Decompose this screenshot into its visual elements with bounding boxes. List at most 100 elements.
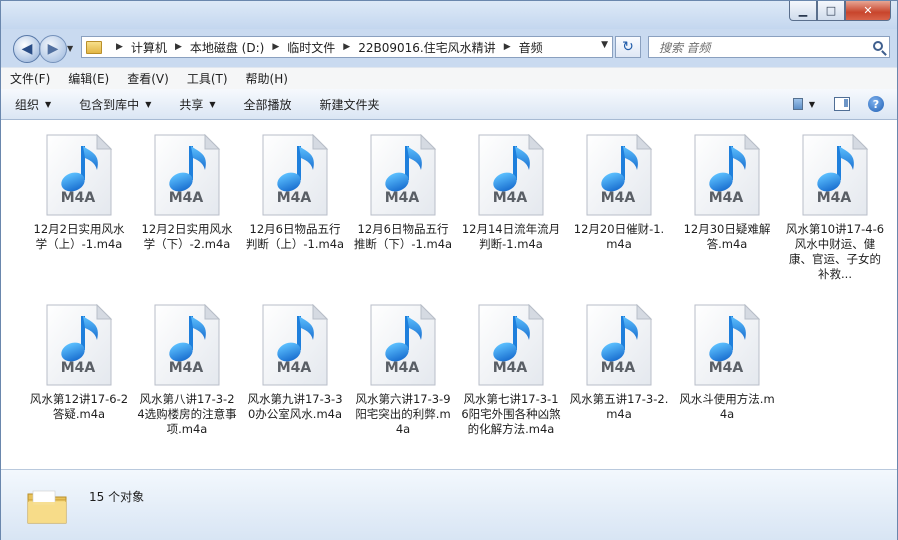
- change-view-button[interactable]: ▼: [793, 93, 815, 115]
- file-item[interactable]: M4A 风水斗使用方法.m4a: [675, 304, 779, 422]
- play-all-button[interactable]: 全部播放: [230, 96, 306, 113]
- preview-pane-button[interactable]: [831, 93, 853, 115]
- file-item[interactable]: M4A 风水第10讲17-4-6风水中财运、健康、官运、子女的补救...: [783, 134, 887, 282]
- file-item[interactable]: M4A 12月14日流年流月判断-1.m4a: [459, 134, 563, 252]
- audio-file-icon: M4A: [801, 134, 869, 216]
- file-type-tag: M4A: [600, 190, 636, 206]
- file-item[interactable]: M4A 12月6日物品五行判断（上）-1.m4a: [243, 134, 347, 252]
- help-icon: ?: [868, 96, 884, 112]
- chevron-right-icon[interactable]: ▶: [175, 42, 182, 52]
- refresh-button[interactable]: ↻: [615, 36, 641, 58]
- audio-file-icon: M4A: [261, 304, 329, 386]
- file-item[interactable]: M4A 12月20日催财-1.m4a: [567, 134, 671, 252]
- file-item[interactable]: M4A 风水第五讲17-3-2.m4a: [567, 304, 671, 422]
- file-type-tag: M4A: [276, 360, 312, 376]
- explorer-window: ▁ □ ✕ ◀ ▶ ▼ ▶ 计算机 ▶ 本地磁盘 (D:) ▶ 临时文件 ▶ 22B0901…: [0, 0, 898, 540]
- new-folder-button[interactable]: 新建文件夹: [306, 96, 394, 113]
- file-name: 风水第六讲17-3-9阳宅突出的利弊.m4a: [355, 392, 451, 436]
- search-box: [648, 36, 890, 58]
- share-button[interactable]: 共享 ▼: [165, 96, 229, 113]
- file-type-tag: M4A: [816, 190, 852, 206]
- file-type-tag: M4A: [708, 190, 744, 206]
- breadcrumb-item[interactable]: 22B09016.住宅风水精讲: [358, 39, 496, 56]
- share-label: 共享: [179, 97, 204, 112]
- file-item[interactable]: M4A 风水第12讲17-6-2答疑.m4a: [27, 304, 131, 422]
- file-item[interactable]: M4A 风水第六讲17-3-9阳宅突出的利弊.m4a: [351, 304, 455, 437]
- chevron-right-icon[interactable]: ▶: [343, 42, 350, 52]
- command-bar: 组织 ▼ 包含到库中 ▼ 共享 ▼ 全部播放 新建文件夹 ▼ ?: [1, 89, 897, 120]
- file-type-tag: M4A: [276, 190, 312, 206]
- minimize-button[interactable]: ▁: [789, 1, 817, 21]
- breadcrumb-item[interactable]: 音频: [519, 39, 543, 56]
- file-type-tag: M4A: [492, 190, 528, 206]
- file-item[interactable]: M4A 12月2日实用风水学（下）-2.m4a: [135, 134, 239, 252]
- window-controls: ▁ □ ✕: [789, 1, 891, 21]
- file-item[interactable]: M4A 风水第七讲17-3-16阳宅外围各种凶煞的化解方法.m4a: [459, 304, 563, 437]
- file-item[interactable]: M4A 风水第八讲17-3-24选购楼房的注意事项.m4a: [135, 304, 239, 437]
- file-item[interactable]: M4A 12月2日实用风水学（上）-1.m4a: [27, 134, 131, 252]
- close-button[interactable]: ✕: [845, 1, 891, 21]
- audio-file-icon: M4A: [45, 134, 113, 216]
- menu-item[interactable]: 工具(T): [178, 68, 237, 90]
- chevron-right-icon[interactable]: ▶: [504, 42, 511, 52]
- file-type-tag: M4A: [168, 190, 204, 206]
- audio-file-icon: M4A: [693, 134, 761, 216]
- chevron-right-icon[interactable]: ▶: [272, 42, 279, 52]
- address-dropdown-icon[interactable]: ▼: [601, 40, 608, 50]
- breadcrumb-item[interactable]: 计算机: [131, 39, 167, 56]
- file-name: 12月30日疑难解答.m4a: [683, 222, 771, 251]
- breadcrumb-item[interactable]: 本地磁盘 (D:): [190, 39, 264, 56]
- audio-file-icon: M4A: [693, 304, 761, 386]
- file-type-tag: M4A: [600, 360, 636, 376]
- maximize-button[interactable]: □: [817, 1, 845, 21]
- audio-file-icon: M4A: [153, 134, 221, 216]
- file-name: 风水第七讲17-3-16阳宅外围各种凶煞的化解方法.m4a: [461, 392, 561, 436]
- file-name: 风水斗使用方法.m4a: [679, 392, 775, 421]
- file-name: 12月6日物品五行推断（下）-1.m4a: [353, 222, 453, 251]
- view-icon: [793, 98, 803, 110]
- menu-item[interactable]: 查看(V): [118, 68, 178, 90]
- file-type-tag: M4A: [168, 360, 204, 376]
- file-type-tag: M4A: [492, 360, 528, 376]
- help-button[interactable]: ?: [865, 93, 887, 115]
- play-all-label: 全部播放: [243, 97, 292, 112]
- item-count: 15 个对象: [89, 490, 145, 504]
- back-button[interactable]: ◀: [13, 35, 41, 63]
- breadcrumb-item[interactable]: 临时文件: [287, 39, 335, 56]
- include-in-library-button[interactable]: 包含到库中 ▼: [65, 96, 165, 113]
- folder-icon: [86, 40, 102, 54]
- file-name: 12月14日流年流月判断-1.m4a: [461, 222, 561, 251]
- file-name: 风水第12讲17-6-2答疑.m4a: [29, 392, 129, 421]
- file-name: 12月20日催财-1.m4a: [573, 222, 665, 251]
- menu-item[interactable]: 文件(F): [1, 68, 59, 90]
- file-item[interactable]: M4A 12月30日疑难解答.m4a: [675, 134, 779, 252]
- file-name: 风水第九讲17-3-30办公室风水.m4a: [247, 392, 343, 421]
- chevron-right-icon[interactable]: ▶: [116, 42, 123, 52]
- file-name: 12月6日物品五行判断（上）-1.m4a: [245, 222, 345, 251]
- chevron-down-icon: ▼: [145, 99, 152, 109]
- details-pane: 15 个对象: [1, 469, 897, 540]
- folder-icon: [27, 490, 67, 524]
- file-name: 风水第10讲17-4-6风水中财运、健康、官运、子女的补救...: [785, 222, 885, 281]
- menu-item[interactable]: 帮助(H): [237, 68, 297, 90]
- search-input[interactable]: [657, 38, 861, 58]
- recent-pages-dropdown-icon[interactable]: ▼: [67, 44, 73, 53]
- file-item[interactable]: M4A 风水第九讲17-3-30办公室风水.m4a: [243, 304, 347, 422]
- address-bar[interactable]: ▶ 计算机 ▶ 本地磁盘 (D:) ▶ 临时文件 ▶ 22B09016.住宅风水精讲 ▶ 音频 …: [81, 36, 613, 58]
- file-list: M4A 12月2日实用风水学（上）-1.m4a M4A 12月2日实用风水学（下）-…: [1, 120, 897, 469]
- forward-button[interactable]: ▶: [39, 35, 67, 63]
- preview-pane-icon: [834, 97, 850, 111]
- file-item[interactable]: M4A 12月6日物品五行推断（下）-1.m4a: [351, 134, 455, 252]
- audio-file-icon: M4A: [369, 134, 437, 216]
- menu-item[interactable]: 编辑(E): [59, 68, 118, 90]
- menu-bar: 文件(F) 编辑(E) 查看(V) 工具(T) 帮助(H): [1, 67, 897, 90]
- audio-file-icon: M4A: [261, 134, 329, 216]
- audio-file-icon: M4A: [369, 304, 437, 386]
- file-type-tag: M4A: [384, 360, 420, 376]
- organize-button[interactable]: 组织 ▼: [1, 96, 65, 113]
- search-icon[interactable]: [873, 41, 883, 51]
- navigation-bar: ◀ ▶ ▼ ▶ 计算机 ▶ 本地磁盘 (D:) ▶ 临时文件 ▶ 22B09016.住宅风水…: [1, 29, 897, 65]
- audio-file-icon: M4A: [585, 304, 653, 386]
- file-name: 风水第五讲17-3-2.m4a: [569, 392, 669, 421]
- file-name: 风水第八讲17-3-24选购楼房的注意事项.m4a: [137, 392, 237, 436]
